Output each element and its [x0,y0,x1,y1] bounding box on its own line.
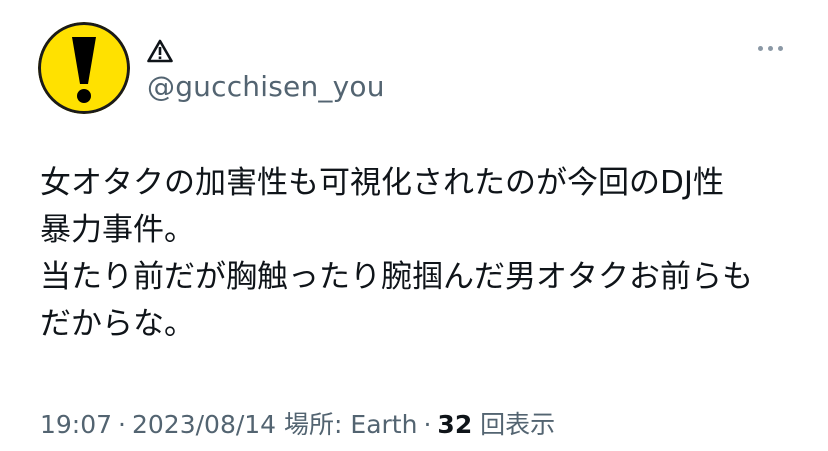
more-options-icon-dot [767,45,773,51]
tweet-location: 場所: Earth [284,410,418,439]
views-label: 回表示 [480,410,556,439]
views-count: 32 [437,410,473,439]
tweet-metadata: 19:07 · 2023/08/14 場所: Earth · 32 回表示 [40,408,555,442]
tweet-text-line: 女オタクの加害性も可視化されたのが今回のDJ性 [40,165,725,201]
tweet-time[interactable]: 19:07 [40,410,112,439]
tweet-card: ⚠ @gucchisen_you 女オタクの加害性も可視化されたのが今回のDJ性… [0,0,828,451]
separator: · [423,410,432,439]
tweet-text: 女オタクの加害性も可視化されたのが今回のDJ性 暴力事件。 当たり前だが胸触った… [40,160,800,348]
tweet-text-line: 暴力事件。 [40,212,195,248]
separator: · [118,410,126,439]
more-options-button[interactable] [752,34,788,62]
tweet-date[interactable]: 2023/08/14 [132,410,276,439]
tweet-text-line: だからな。 [40,306,195,342]
warning-icon [147,39,173,63]
exclamation-warning-icon [38,22,130,114]
display-name[interactable]: ⚠ [147,36,173,66]
more-options-icon-dot [777,45,783,51]
avatar[interactable] [38,22,130,114]
more-options-icon [757,45,763,51]
user-handle[interactable]: @gucchisen_you [147,70,385,104]
tweet-text-line: 当たり前だが胸触ったり腕掴んだ男オタクお前らも [40,259,753,295]
